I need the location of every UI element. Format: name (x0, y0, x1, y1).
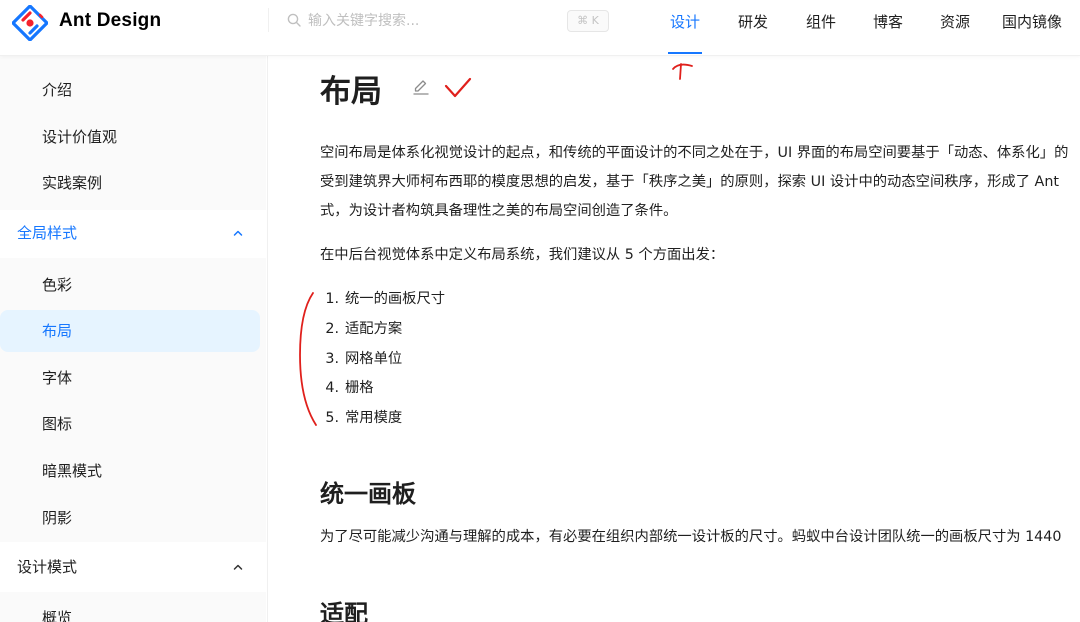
edit-icon[interactable] (412, 78, 430, 96)
sidebar-menu: 介绍 设计价值观 实践案例 全局样式 色彩 布局 字体 图标 暗黑模式 阴影 设… (0, 56, 268, 622)
sidebar-group-global-styles[interactable]: 全局样式 (0, 212, 260, 254)
search-shortcut-badge: ⌘ K (567, 10, 609, 32)
sidebar-item-shadow[interactable]: 阴影 (0, 497, 260, 539)
sidebar-item-overview[interactable]: 概览 (0, 597, 260, 622)
list-item: 5. 常用模度 (325, 410, 403, 427)
sidebar-item-intro[interactable]: 介绍 (0, 69, 260, 111)
intro-line-3: 式，为设计者构筑具备理性之美的布局空间创造了条件。 (320, 203, 678, 219)
nav-design[interactable]: 设计 (670, 11, 700, 32)
list-item: 4. 栅格 (325, 380, 374, 397)
page-title: 布局 (320, 74, 382, 110)
search-icon (287, 13, 301, 27)
ant-design-logo[interactable] (12, 5, 48, 41)
sidebar-item-font[interactable]: 字体 (0, 357, 260, 399)
section-artboard-text: 为了尽可能减少沟通与理解的成本，有必要在组织内部统一设计板的尺寸。蚂蚁中台设计团… (320, 529, 1062, 545)
chevron-up-icon (233, 230, 243, 236)
section-heading-adapt: 适配 (320, 600, 368, 622)
sidebar-item-color[interactable]: 色彩 (0, 264, 260, 306)
nav-mirror[interactable]: 国内镜像 (1002, 11, 1062, 32)
list-item: 1. 统一的画板尺寸 (325, 291, 446, 307)
header-divider (268, 8, 269, 32)
list-item: 2. 适配方案 (325, 320, 403, 337)
chevron-up-icon (233, 564, 243, 570)
sidebar-item-cases[interactable]: 实践案例 (0, 162, 260, 204)
list-item: 3. 网格单位 (325, 350, 403, 367)
top-header: Ant Design ⌘ K 设计 研发 组件 博客 资源 国内镜像 (0, 0, 1080, 56)
nav-active-indicator (668, 52, 702, 54)
nav-develop[interactable]: 研发 (738, 11, 768, 32)
sidebar-group-design-patterns[interactable]: 设计模式 (0, 546, 260, 588)
sidebar-group-label: 全局样式 (17, 224, 78, 242)
search-input[interactable] (308, 8, 558, 34)
section-heading-artboard: 统一画板 (320, 480, 416, 508)
intro-line-2: 受到建筑界大师柯布西耶的模度思想的启发，基于「秩序之美」的原则，探索 UI 设计… (320, 174, 1060, 190)
list-intro: 在中后台视觉体系中定义布局系统，我们建议从 5 个方面出发： (320, 247, 725, 263)
intro-line-1: 空间布局是体系化视觉设计的起点，和传统的平面设计的不同之处在于，UI 界面的布局… (320, 145, 1069, 161)
nav-resources[interactable]: 资源 (940, 11, 970, 32)
sidebar-item-icons[interactable]: 图标 (0, 403, 260, 445)
brand-name[interactable]: Ant Design (59, 10, 161, 32)
main-content: 布局 空间布局是体系化视觉设计的起点，和传统的平面设计的不同之处在于，UI 界面… (269, 56, 1080, 622)
sidebar-group-label: 设计模式 (17, 558, 78, 576)
nav-blog[interactable]: 博客 (873, 11, 903, 32)
sidebar-item-dark-mode[interactable]: 暗黑模式 (0, 450, 260, 492)
sidebar-item-layout[interactable]: 布局 (0, 310, 260, 352)
nav-components[interactable]: 组件 (806, 11, 836, 32)
aspects-list: 1. 统一的画板尺寸 2. 适配方案 3. 网格单位 4. 栅格 5. 常用模度 (320, 285, 445, 434)
sidebar-item-values[interactable]: 设计价值观 (0, 116, 260, 158)
